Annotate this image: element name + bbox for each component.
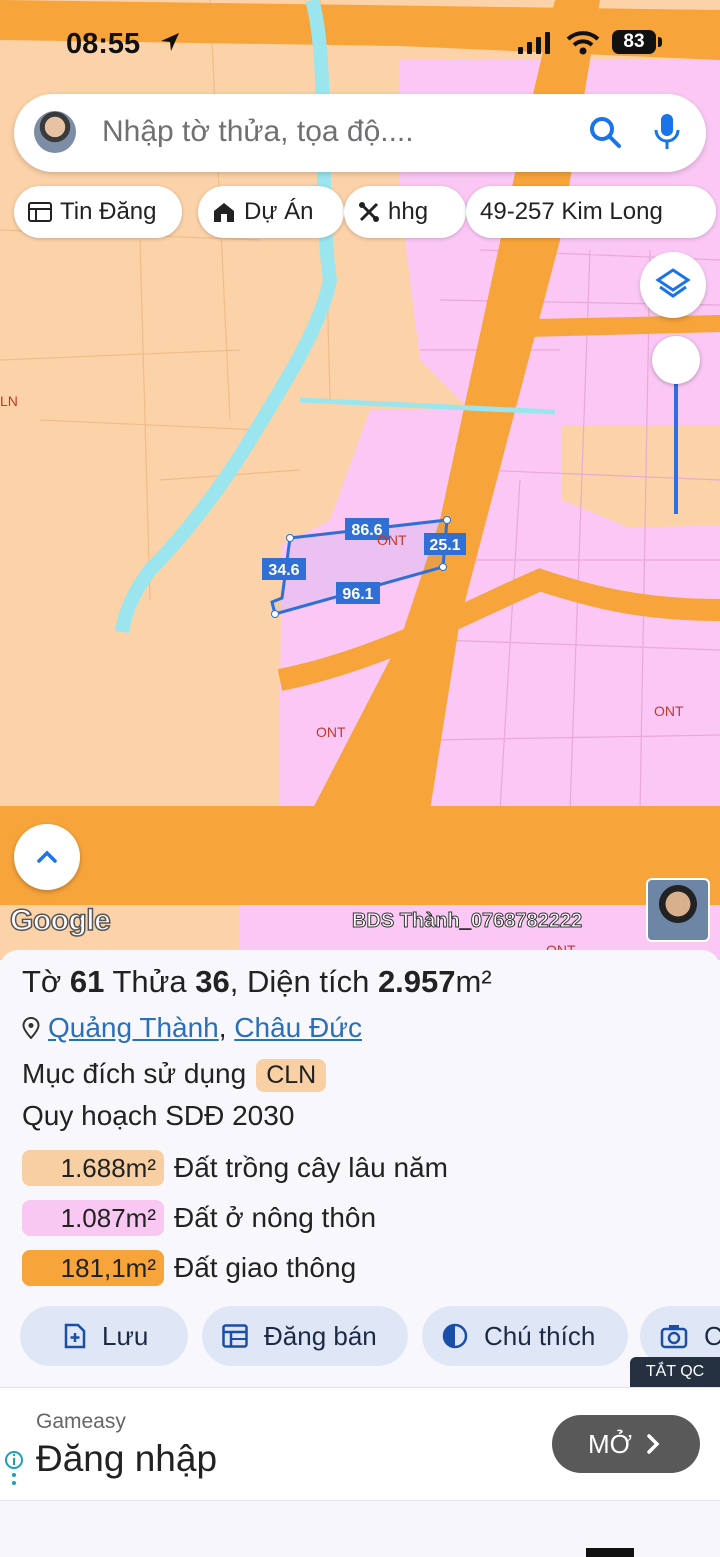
avatar[interactable] — [34, 111, 76, 153]
ad-headline: Đăng nhập — [36, 1438, 218, 1479]
location-comma: , — [218, 1012, 235, 1043]
add-file-icon — [64, 1323, 86, 1349]
search-icon[interactable] — [588, 115, 624, 151]
zone-label: LN — [0, 393, 18, 409]
mic-icon[interactable] — [654, 112, 680, 152]
list-icon — [28, 202, 52, 222]
zone-label: ONT — [316, 724, 346, 740]
zone-label: ONT — [377, 532, 407, 548]
table-icon — [222, 1324, 248, 1348]
tools-icon — [359, 202, 379, 222]
purpose-badge: CLN — [256, 1059, 327, 1092]
zone-label: Đất trồng cây lâu năm — [174, 1152, 448, 1183]
area-value: 2.957 — [377, 964, 456, 999]
chevron-up-icon — [37, 850, 57, 863]
camera-icon — [660, 1325, 688, 1349]
chip-label: hhg — [388, 198, 429, 225]
watermark-text: BDS Thành_0768782222 — [351, 910, 583, 933]
zone-label: ONT — [654, 703, 684, 719]
status-bar: 08:55 83 — [0, 22, 720, 66]
post-sale-button[interactable]: Đăng bán — [202, 1306, 408, 1366]
chevron-right-icon — [647, 1434, 660, 1454]
ward-link[interactable]: Quảng Thành — [48, 1012, 219, 1043]
post-sale-label: Đăng bán — [264, 1320, 377, 1351]
parcel-vertex — [439, 563, 447, 571]
legend-label: Chú thích — [484, 1320, 596, 1351]
zone-area: 1.688m² — [22, 1150, 164, 1186]
sheet-number: 61 — [69, 964, 105, 999]
parcel-info-sheet: Tờ 61 Thửa 36, Diện tích 2.957m² Quảng T… — [0, 950, 720, 1387]
ad-brand: Gameasy — [36, 1410, 126, 1433]
zone-row: 181,1m² Đất giao thông — [22, 1250, 356, 1286]
dimension-label: 96.1 — [342, 586, 373, 603]
zone-row: 1.688m² Đất trồng cây lâu năm — [22, 1150, 448, 1186]
search-input[interactable]: Nhập tờ thửa, tọa độ.... — [102, 115, 414, 149]
title-comma: , — [229, 964, 239, 999]
plan-heading: Quy hoạch SDĐ 2030 — [22, 1100, 295, 1131]
parcel-vertex — [271, 610, 279, 618]
cln-grid — [0, 0, 331, 601]
filter-chips: Tin Đăng Dự Án hhg 49-257 Kim Long — [14, 186, 720, 240]
sheet-prefix: Tờ — [22, 964, 62, 999]
save-label: Lưu — [102, 1320, 149, 1351]
layers-button[interactable] — [640, 252, 706, 318]
chip-label: Dự Án — [244, 198, 314, 225]
layers-icon — [655, 268, 691, 298]
chip-label: Tin Đăng — [60, 198, 157, 225]
signal-icon — [518, 32, 550, 54]
chip-kim-long[interactable]: 49-257 Kim Long — [466, 186, 716, 238]
chip-du-an[interactable]: Dự Án — [198, 186, 344, 238]
parcel-vertex — [443, 516, 451, 524]
chip-tin-dang[interactable]: Tin Đăng — [14, 186, 182, 238]
zone-area: 181,1m² — [22, 1250, 164, 1286]
save-button[interactable]: Lưu — [20, 1306, 188, 1366]
road-bottom — [0, 806, 720, 905]
parcel-vertex — [286, 534, 294, 542]
watermark-avatar — [646, 878, 710, 942]
area-unit: m² — [455, 964, 492, 999]
close-ad-button[interactable]: TẮT QC — [630, 1357, 720, 1387]
chip-label: 49-257 Kim Long — [480, 198, 663, 225]
ad-info-icon[interactable] — [4, 1450, 24, 1490]
opacity-slider-handle[interactable] — [652, 336, 700, 384]
contrast-icon — [442, 1323, 468, 1349]
parcel-title: Tờ 61 Thửa 36, Diện tích 2.957m² — [22, 964, 492, 1000]
purpose-row: Mục đích sử dụng CLN — [22, 1058, 327, 1092]
expand-button[interactable] — [14, 824, 80, 890]
ad-banner[interactable]: Gameasy Đăng nhập MỞ — [0, 1387, 720, 1501]
capture-label: C — [704, 1320, 720, 1351]
district-link[interactable]: Châu Đức — [234, 1012, 362, 1043]
action-bar: Lưu Đăng bán Chú thích C — [0, 1306, 720, 1368]
area-prefix: Diện tích — [246, 964, 370, 999]
legend-button[interactable]: Chú thích — [422, 1306, 628, 1366]
dimension-label: 34.6 — [268, 562, 299, 579]
wifi-icon — [566, 31, 600, 55]
zone-area: 1.087m² — [22, 1200, 164, 1236]
plot-number: 36 — [195, 964, 230, 999]
search-bar[interactable]: Nhập tờ thửa, tọa độ.... — [14, 94, 706, 172]
home-indicator — [586, 1548, 634, 1557]
ad-open-label: MỞ — [588, 1428, 632, 1459]
zone-label: Đất giao thông — [174, 1252, 357, 1283]
location-row: Quảng Thành, Châu Đức — [22, 1012, 362, 1044]
opacity-slider-track[interactable] — [674, 384, 678, 514]
ad-open-button[interactable]: MỞ — [552, 1415, 700, 1473]
google-logo: Google — [9, 903, 111, 938]
zone-row: 1.087m² Đất ở nông thôn — [22, 1200, 376, 1236]
dimension-label: 25.1 — [429, 537, 460, 554]
battery-tip — [658, 37, 662, 47]
purpose-label: Mục đích sử dụng — [22, 1058, 247, 1089]
status-time: 08:55 — [66, 28, 141, 60]
zone-label: Đất ở nông thôn — [174, 1202, 377, 1233]
battery-indicator: 83 — [612, 30, 656, 54]
location-pin-icon — [22, 1016, 40, 1040]
location-arrow-icon — [161, 33, 179, 51]
chip-hhg[interactable]: hhg — [344, 186, 466, 238]
plot-prefix: Thửa — [112, 964, 187, 999]
house-icon — [214, 203, 234, 222]
